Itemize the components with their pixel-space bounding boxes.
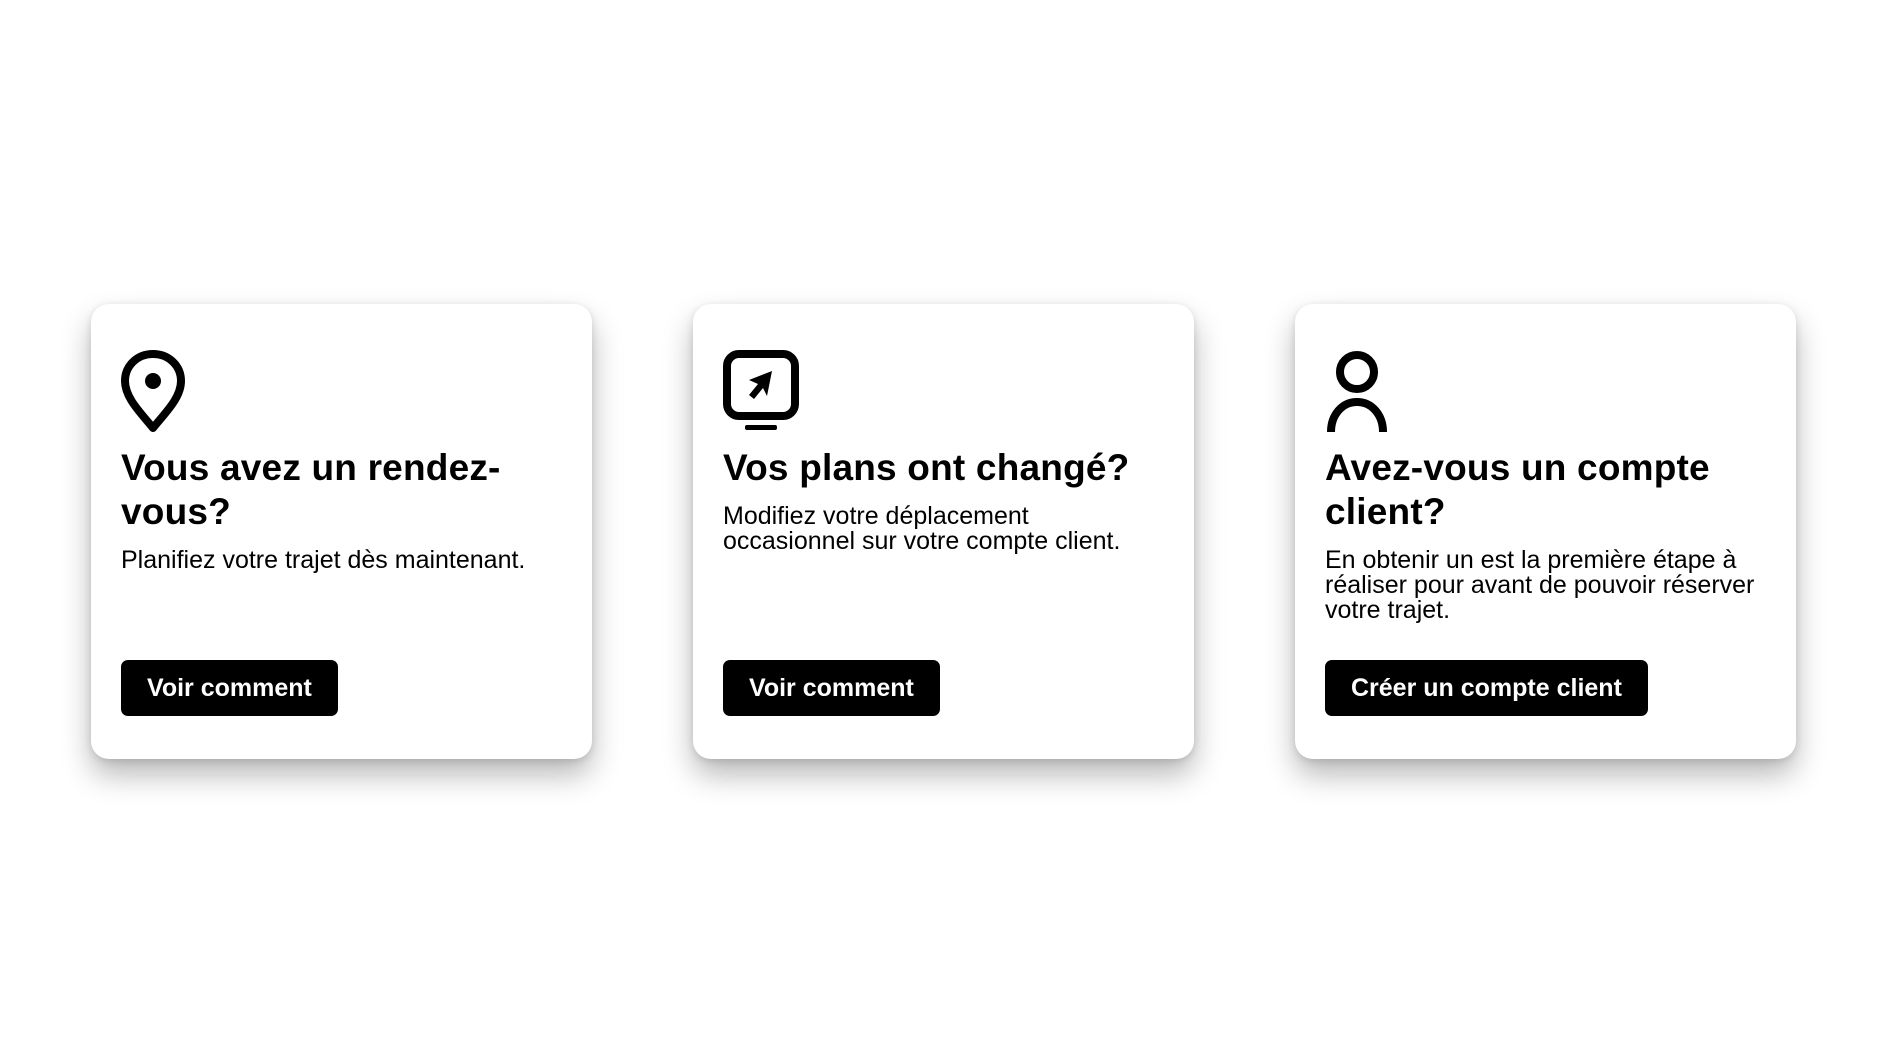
voir-comment-button[interactable]: Voir comment bbox=[723, 660, 940, 716]
card-title: Vous avez un rendez-vous? bbox=[121, 447, 501, 532]
screen-cursor-icon bbox=[723, 350, 1164, 432]
map-pin-icon bbox=[121, 350, 562, 432]
card-appointment: Vous avez un rendez-vous? Planifiez votr… bbox=[91, 304, 592, 759]
user-icon bbox=[1325, 350, 1766, 432]
card-description: Planifiez votre trajet dès maintenant. bbox=[121, 546, 526, 574]
card-client-account: Avez-vous un compte client? En obtenir u… bbox=[1295, 304, 1796, 759]
card-plans-changed: Vos plans ont changé? Modifiez votre dép… bbox=[693, 304, 1194, 759]
card-title: Vos plans ont changé? bbox=[723, 447, 1130, 488]
card-description: Modifiez votre déplacement occasionnel s… bbox=[723, 502, 1121, 555]
card-description: En obtenir un est la première étape à ré… bbox=[1325, 546, 1755, 624]
create-account-button[interactable]: Créer un compte client bbox=[1325, 660, 1648, 716]
voir-comment-button[interactable]: Voir comment bbox=[121, 660, 338, 716]
card-list: Vous avez un rendez-vous? Planifiez votr… bbox=[91, 304, 1796, 759]
card-title: Avez-vous un compte client? bbox=[1325, 447, 1710, 532]
